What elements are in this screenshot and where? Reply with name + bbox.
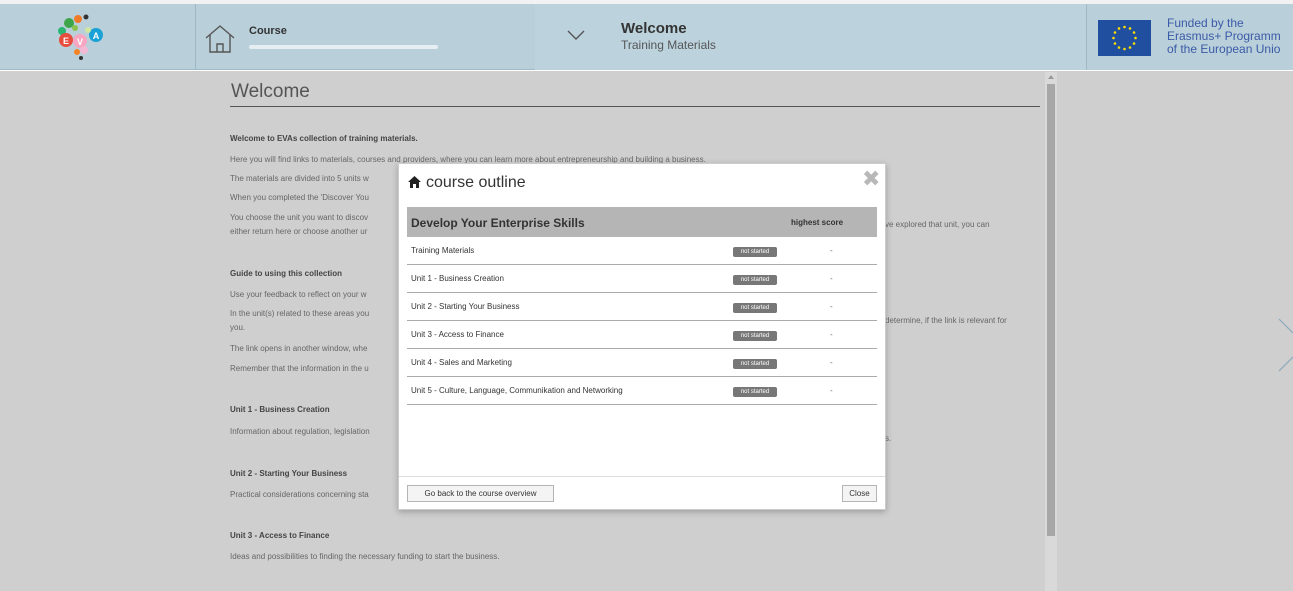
score-value: - bbox=[830, 358, 833, 367]
section-title: Welcome bbox=[621, 20, 687, 37]
section-heading: Guide to using this collection bbox=[230, 269, 343, 278]
section-header[interactable] bbox=[535, 4, 1086, 70]
status-badge: not started bbox=[733, 359, 777, 369]
unit-name[interactable]: Training Materials bbox=[411, 246, 474, 255]
logo-letter-e: E bbox=[63, 36, 69, 46]
eu-funding-text: Funded by the Erasmus+ Programm of the E… bbox=[1167, 17, 1281, 56]
paragraph: The link opens in another window, whe bbox=[230, 344, 368, 353]
page-scrollbar[interactable] bbox=[1045, 72, 1057, 591]
section-heading: Unit 1 - Business Creation bbox=[230, 405, 330, 414]
paragraph: The materials are divided into 5 units w bbox=[230, 174, 369, 183]
score-value: - bbox=[830, 246, 833, 255]
outline-row[interactable]: Training Materials not started - bbox=[407, 237, 877, 265]
eu-line-3: of the European Unio bbox=[1167, 42, 1281, 56]
score-value: - bbox=[830, 274, 833, 283]
header-divider bbox=[195, 4, 196, 70]
course-progress-bar bbox=[249, 45, 438, 49]
back-to-overview-button[interactable]: Go back to the course overview bbox=[407, 485, 554, 502]
section-heading: Welcome to EVAs collection of training m… bbox=[230, 134, 418, 143]
score-value: - bbox=[830, 330, 833, 339]
text-fragment: determine, if the link is relevant for bbox=[885, 316, 1007, 325]
paragraph: Information about regulation, legislatio… bbox=[230, 427, 370, 436]
outline-row[interactable]: Unit 5 - Culture, Language, Communikatio… bbox=[407, 377, 877, 405]
close-button[interactable]: Close bbox=[842, 485, 877, 502]
score-header: highest score bbox=[791, 218, 844, 227]
status-badge: not started bbox=[733, 331, 777, 341]
dialog-header: course outline ✖ bbox=[399, 164, 885, 200]
paragraph: You choose the unit you want to discov bbox=[230, 213, 369, 222]
eva-logo[interactable]: E V A bbox=[0, 4, 195, 70]
status-badge: not started bbox=[733, 387, 777, 397]
logo-letter-a: A bbox=[93, 31, 100, 41]
paragraph: Ideas and possibilities to finding the n… bbox=[230, 552, 500, 561]
paragraph: you. bbox=[230, 323, 246, 332]
chevron-down-icon[interactable] bbox=[566, 28, 586, 42]
outline-row[interactable]: Unit 4 - Sales and Marketing not started - bbox=[407, 349, 877, 377]
chevron-right-icon[interactable] bbox=[1275, 315, 1293, 375]
outline-row[interactable]: Unit 1 - Business Creation not started - bbox=[407, 265, 877, 293]
unit-name[interactable]: Unit 5 - Culture, Language, Communikatio… bbox=[411, 386, 623, 395]
paragraph: When you completed the 'Discover You bbox=[230, 193, 369, 202]
paragraph: Remember that the information in the u bbox=[230, 364, 369, 373]
text-fragment: ve explored that unit, you can bbox=[885, 220, 990, 229]
outline-table: Develop Your Enterprise Skills highest s… bbox=[407, 207, 877, 405]
course-label: Course bbox=[249, 25, 287, 37]
score-value: - bbox=[830, 386, 833, 395]
unit-name[interactable]: Unit 3 - Access to Finance bbox=[411, 330, 504, 339]
section-subtitle: Training Materials bbox=[621, 38, 716, 52]
paragraph: either return here or choose another ur bbox=[230, 227, 368, 236]
course-name: Develop Your Enterprise Skills bbox=[411, 216, 585, 230]
score-value: - bbox=[830, 302, 833, 311]
title-rule bbox=[230, 106, 1040, 107]
logo-letter-v: V bbox=[77, 37, 83, 47]
dialog-footer-rule bbox=[399, 476, 885, 477]
paragraph: In the unit(s) related to these areas yo… bbox=[230, 309, 370, 318]
outline-row[interactable]: Unit 3 - Access to Finance not started - bbox=[407, 321, 877, 349]
dialog-title: course outline bbox=[426, 174, 526, 191]
paragraph: Use your feedback to reflect on your w bbox=[230, 290, 367, 299]
outline-table-header: Develop Your Enterprise Skills highest s… bbox=[407, 207, 877, 237]
page-title: Welcome bbox=[231, 81, 310, 102]
eu-flag-icon bbox=[1098, 20, 1151, 56]
unit-name[interactable]: Unit 4 - Sales and Marketing bbox=[411, 358, 512, 367]
scrollbar-thumb[interactable] bbox=[1047, 84, 1055, 536]
outline-row[interactable]: Unit 2 - Starting Your Business not start… bbox=[407, 293, 877, 321]
course-outline-dialog: course outline ✖ Develop Your Enterprise… bbox=[398, 163, 886, 510]
status-badge: not started bbox=[733, 275, 777, 285]
section-heading: Unit 3 - Access to Finance bbox=[230, 531, 330, 540]
paragraph: Practical considerations concerning sta bbox=[230, 490, 369, 499]
home-icon bbox=[407, 175, 422, 189]
scroll-up-icon[interactable] bbox=[1048, 75, 1054, 79]
unit-name[interactable]: Unit 1 - Business Creation bbox=[411, 274, 504, 283]
status-badge: not started bbox=[733, 303, 777, 313]
status-badge: not started bbox=[733, 247, 777, 257]
section-heading: Unit 2 - Starting Your Business bbox=[230, 469, 348, 478]
home-icon[interactable] bbox=[203, 22, 237, 56]
close-icon[interactable]: ✖ bbox=[862, 168, 880, 190]
unit-name[interactable]: Unit 2 - Starting Your Business bbox=[411, 302, 520, 311]
